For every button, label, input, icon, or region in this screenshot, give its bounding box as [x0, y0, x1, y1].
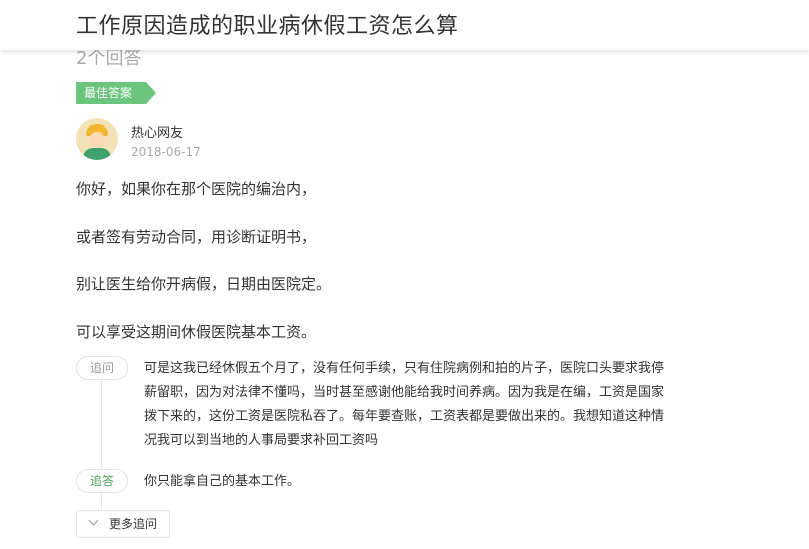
reply-text: 你只能拿自己的基本工作。 [144, 474, 301, 489]
answer-paragraph: 可以享受这期间休假医院基本工资。 [76, 323, 317, 341]
avatar[interactable] [76, 118, 118, 160]
username[interactable]: 热心网友 [131, 122, 183, 141]
answer-paragraph: 别让医生给你开病假，日期由医院定。 [76, 275, 332, 293]
chevron-down-icon [88, 515, 99, 526]
more-followups-label: 更多追问 [109, 517, 158, 531]
more-followups-button[interactable]: 更多追问 [76, 510, 170, 538]
answer-paragraph: 你好，如果你在那个医院的编治内， [76, 180, 317, 198]
answer-date: 2018-06-17 [131, 145, 201, 159]
page-title: 工作原因造成的职业病休假工资怎么算 [76, 14, 459, 39]
avatar-face [89, 132, 105, 148]
followup-text: 可是这我已经休假五个月了，没有任何手续，只有住院病例和拍的片子，医院口头要求我停… [144, 361, 665, 448]
question-header: 工作原因造成的职业病休假工资怎么算 [0, 0, 809, 50]
best-answer-badge: 最佳答案 [76, 82, 157, 104]
followup-tag: 追问 [76, 356, 128, 380]
answer-paragraph: 或者签有劳动合同，用诊断证明书， [76, 228, 317, 246]
reply-tag: 追答 [76, 469, 128, 493]
avatar-shirt [83, 148, 111, 160]
